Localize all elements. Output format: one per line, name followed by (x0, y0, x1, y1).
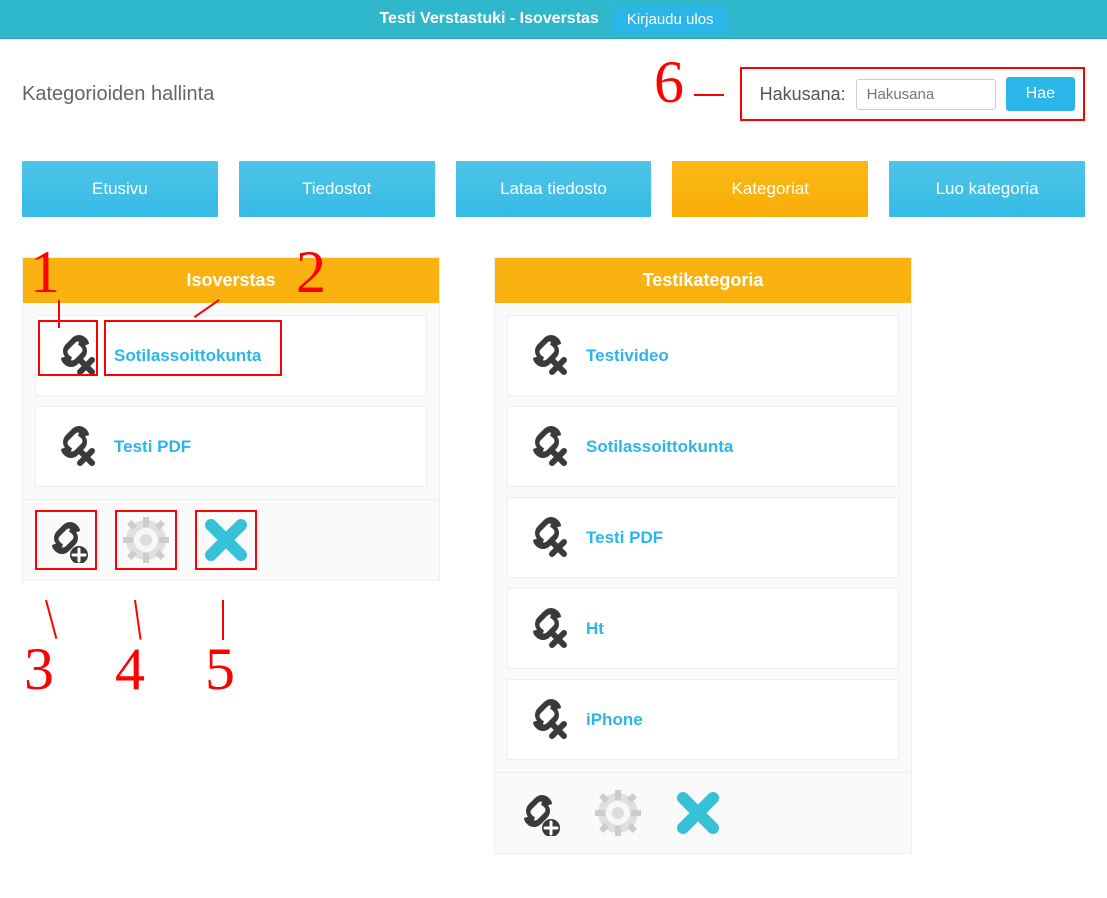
category-card: Testikategoria Testivideo Sotilassoittok… (494, 257, 912, 854)
add-link-button[interactable] (35, 510, 97, 570)
add-link-button[interactable] (507, 783, 569, 843)
unlink-icon[interactable] (52, 330, 98, 381)
item-link[interactable]: Testivideo (586, 346, 669, 366)
list-item: Sotilassoittokunta (35, 315, 427, 396)
card-header: Isoverstas (23, 258, 439, 303)
nav-row: Etusivu Tiedostot Lataa tiedosto Kategor… (22, 161, 1085, 217)
unlink-icon[interactable] (524, 512, 570, 563)
list-item: Testi PDF (35, 406, 427, 487)
card-footer (495, 772, 911, 853)
list-item: Sotilassoittokunta (507, 406, 899, 487)
item-link[interactable]: Sotilassoittokunta (586, 437, 733, 457)
unlink-icon[interactable] (524, 694, 570, 745)
unlink-icon[interactable] (524, 603, 570, 654)
nav-frontpage[interactable]: Etusivu (22, 161, 218, 217)
card-body: Sotilassoittokunta Testi PDF (23, 303, 439, 499)
search-input[interactable] (856, 79, 996, 110)
category-card: Isoverstas Sotilassoittokunta Testi PDF (22, 257, 440, 581)
list-item: Ht (507, 588, 899, 669)
delete-button[interactable] (667, 783, 729, 843)
nav-files[interactable]: Tiedostot (239, 161, 435, 217)
card-header: Testikategoria (495, 258, 911, 303)
item-link[interactable]: Sotilassoittokunta (114, 346, 261, 366)
nav-upload[interactable]: Lataa tiedosto (456, 161, 652, 217)
card-footer (23, 499, 439, 580)
delete-button[interactable] (195, 510, 257, 570)
logout-button[interactable]: Kirjaudu ulos (613, 5, 728, 34)
nav-create-category[interactable]: Luo kategoria (889, 161, 1085, 217)
app-title: Testi Verstastuki - Isoverstas (379, 10, 598, 28)
item-link[interactable]: Testi PDF (114, 437, 191, 457)
list-item: Testi PDF (507, 497, 899, 578)
card-body: Testivideo Sotilassoittokunta Testi PDF … (495, 303, 911, 772)
unlink-icon[interactable] (52, 421, 98, 472)
list-item: iPhone (507, 679, 899, 760)
page-title: Kategorioiden hallinta (22, 83, 214, 106)
top-bar: Testi Verstastuki - Isoverstas Kirjaudu … (0, 0, 1107, 39)
item-link[interactable]: Ht (586, 619, 604, 639)
search-button[interactable]: Hae (1006, 77, 1075, 111)
settings-button[interactable] (587, 783, 649, 843)
unlink-icon[interactable] (524, 330, 570, 381)
search-box: Hakusana: Hae (740, 67, 1085, 121)
item-link[interactable]: Testi PDF (586, 528, 663, 548)
search-label: Hakusana: (760, 84, 846, 105)
list-item: Testivideo (507, 315, 899, 396)
settings-button[interactable] (115, 510, 177, 570)
unlink-icon[interactable] (524, 421, 570, 472)
nav-categories[interactable]: Kategoriat (672, 161, 868, 217)
item-link[interactable]: iPhone (586, 710, 643, 730)
